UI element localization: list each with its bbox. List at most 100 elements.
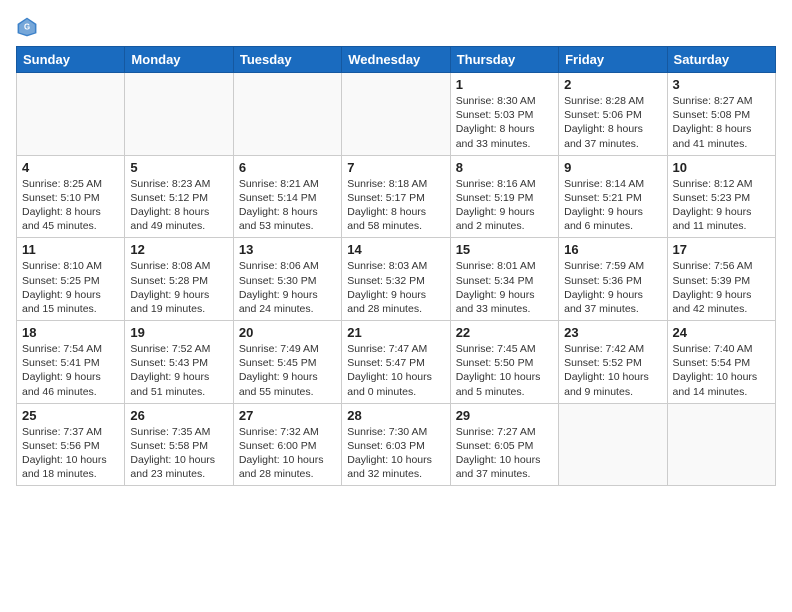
day-number: 8 [456, 160, 553, 175]
day-info: Sunrise: 8:08 AM Sunset: 5:28 PM Dayligh… [130, 259, 227, 316]
calendar-day-cell: 29Sunrise: 7:27 AM Sunset: 6:05 PM Dayli… [450, 403, 558, 486]
day-number: 29 [456, 408, 553, 423]
day-info: Sunrise: 7:52 AM Sunset: 5:43 PM Dayligh… [130, 342, 227, 399]
day-number: 4 [22, 160, 119, 175]
calendar-day-cell [233, 73, 341, 156]
day-info: Sunrise: 7:42 AM Sunset: 5:52 PM Dayligh… [564, 342, 661, 399]
calendar-day-cell: 15 Sunrise: 8:01 AM Sunset: 5:34 PM Dayli… [450, 238, 558, 321]
day-info: Sunrise: 8:03 AM Sunset: 5:32 PM Dayligh… [347, 259, 444, 316]
day-number: 11 [22, 242, 119, 257]
logo-icon: G [16, 16, 38, 38]
calendar-week-row: 11 Sunrise: 8:10 AM Sunset: 5:25 PM Dayli… [17, 238, 776, 321]
svg-text:G: G [24, 22, 30, 31]
calendar-week-row: 1 Sunrise: 8:30 AM Sunset: 5:03 PM Daylig… [17, 73, 776, 156]
day-info: Sunrise: 8:10 AM Sunset: 5:25 PM Dayligh… [22, 259, 119, 316]
day-info: Sunrise: 7:45 AM Sunset: 5:50 PM Dayligh… [456, 342, 553, 399]
day-number: 12 [130, 242, 227, 257]
day-number: 1 [456, 77, 553, 92]
day-info: Sunrise: 8:23 AM Sunset: 5:12 PM Dayligh… [130, 177, 227, 234]
calendar-day-cell: 10Sunrise: 8:12 AM Sunset: 5:23 PM Dayli… [667, 155, 775, 238]
day-info: Sunrise: 8:18 AM Sunset: 5:17 PM Dayligh… [347, 177, 444, 234]
calendar-day-cell: 25 Sunrise: 7:37 AM Sunset: 5:56 PM Dayli… [17, 403, 125, 486]
logo: G [16, 16, 42, 38]
day-info: Sunrise: 8:25 AM Sunset: 5:10 PM Dayligh… [22, 177, 119, 234]
calendar-day-cell: 14 Sunrise: 8:03 AM Sunset: 5:32 PM Dayli… [342, 238, 450, 321]
calendar-day-cell: 2 Sunrise: 8:28 AM Sunset: 5:06 PM Daylig… [559, 73, 667, 156]
day-info: Sunrise: 8:01 AM Sunset: 5:34 PM Dayligh… [456, 259, 553, 316]
day-info: Sunrise: 7:47 AM Sunset: 5:47 PM Dayligh… [347, 342, 444, 399]
day-number: 19 [130, 325, 227, 340]
calendar-day-cell [342, 73, 450, 156]
calendar-week-row: 4 Sunrise: 8:25 AM Sunset: 5:10 PM Daylig… [17, 155, 776, 238]
calendar-day-cell: 28 Sunrise: 7:30 AM Sunset: 6:03 PM Dayli… [342, 403, 450, 486]
day-number: 26 [130, 408, 227, 423]
day-number: 27 [239, 408, 336, 423]
calendar-day-cell [559, 403, 667, 486]
day-info: Sunrise: 7:49 AM Sunset: 5:45 PM Dayligh… [239, 342, 336, 399]
day-number: 7 [347, 160, 444, 175]
calendar-day-cell: 16Sunrise: 7:59 AM Sunset: 5:36 PM Dayli… [559, 238, 667, 321]
day-info: Sunrise: 7:32 AM Sunset: 6:00 PM Dayligh… [239, 425, 336, 482]
page-header: G [16, 16, 776, 38]
day-of-week-header: Thursday [450, 47, 558, 73]
day-number: 6 [239, 160, 336, 175]
calendar-day-cell [667, 403, 775, 486]
day-number: 3 [673, 77, 770, 92]
day-number: 25 [22, 408, 119, 423]
calendar-day-cell: 19 Sunrise: 7:52 AM Sunset: 5:43 PM Dayli… [125, 321, 233, 404]
day-info: Sunrise: 7:37 AM Sunset: 5:56 PM Dayligh… [22, 425, 119, 482]
day-info: Sunrise: 8:21 AM Sunset: 5:14 PM Dayligh… [239, 177, 336, 234]
calendar-day-cell: 20 Sunrise: 7:49 AM Sunset: 5:45 PM Dayli… [233, 321, 341, 404]
day-number: 18 [22, 325, 119, 340]
day-info: Sunrise: 8:14 AM Sunset: 5:21 PM Dayligh… [564, 177, 661, 234]
calendar-day-cell: 18 Sunrise: 7:54 AM Sunset: 5:41 PM Dayli… [17, 321, 125, 404]
day-number: 15 [456, 242, 553, 257]
day-of-week-header: Monday [125, 47, 233, 73]
calendar-day-cell: 8 Sunrise: 8:16 AM Sunset: 5:19 PM Daylig… [450, 155, 558, 238]
day-number: 22 [456, 325, 553, 340]
calendar-day-cell [17, 73, 125, 156]
calendar-day-cell: 22 Sunrise: 7:45 AM Sunset: 5:50 PM Dayli… [450, 321, 558, 404]
calendar-day-cell: 23 Sunrise: 7:42 AM Sunset: 5:52 PM Dayli… [559, 321, 667, 404]
calendar-header-row: SundayMondayTuesdayWednesdayThursdayFrid… [17, 47, 776, 73]
calendar-day-cell: 9 Sunrise: 8:14 AM Sunset: 5:21 PM Daylig… [559, 155, 667, 238]
day-info: Sunrise: 8:27 AM Sunset: 5:08 PM Dayligh… [673, 94, 770, 151]
calendar-day-cell: 1 Sunrise: 8:30 AM Sunset: 5:03 PM Daylig… [450, 73, 558, 156]
calendar-day-cell: 12 Sunrise: 8:08 AM Sunset: 5:28 PM Dayli… [125, 238, 233, 321]
day-number: 13 [239, 242, 336, 257]
day-info: Sunrise: 8:06 AM Sunset: 5:30 PM Dayligh… [239, 259, 336, 316]
calendar-day-cell: 13 Sunrise: 8:06 AM Sunset: 5:30 PM Dayli… [233, 238, 341, 321]
calendar-day-cell: 26 Sunrise: 7:35 AM Sunset: 5:58 PM Dayli… [125, 403, 233, 486]
day-info: Sunrise: 8:12 AM Sunset: 5:23 PM Dayligh… [673, 177, 770, 234]
calendar-day-cell: 17Sunrise: 7:56 AM Sunset: 5:39 PM Dayli… [667, 238, 775, 321]
day-number: 16 [564, 242, 661, 257]
day-info: Sunrise: 7:56 AM Sunset: 5:39 PM Dayligh… [673, 259, 770, 316]
day-info: Sunrise: 7:30 AM Sunset: 6:03 PM Dayligh… [347, 425, 444, 482]
calendar-week-row: 25 Sunrise: 7:37 AM Sunset: 5:56 PM Dayli… [17, 403, 776, 486]
calendar-day-cell [125, 73, 233, 156]
day-of-week-header: Friday [559, 47, 667, 73]
day-info: Sunrise: 7:54 AM Sunset: 5:41 PM Dayligh… [22, 342, 119, 399]
day-info: Sunrise: 7:35 AM Sunset: 5:58 PM Dayligh… [130, 425, 227, 482]
calendar-day-cell: 4 Sunrise: 8:25 AM Sunset: 5:10 PM Daylig… [17, 155, 125, 238]
calendar-table: SundayMondayTuesdayWednesdayThursdayFrid… [16, 46, 776, 486]
day-info: Sunrise: 8:16 AM Sunset: 5:19 PM Dayligh… [456, 177, 553, 234]
calendar-day-cell: 5 Sunrise: 8:23 AM Sunset: 5:12 PM Daylig… [125, 155, 233, 238]
day-number: 28 [347, 408, 444, 423]
day-of-week-header: Sunday [17, 47, 125, 73]
day-number: 23 [564, 325, 661, 340]
day-info: Sunrise: 8:28 AM Sunset: 5:06 PM Dayligh… [564, 94, 661, 151]
day-number: 21 [347, 325, 444, 340]
day-number: 24 [673, 325, 770, 340]
calendar-day-cell: 7 Sunrise: 8:18 AM Sunset: 5:17 PM Daylig… [342, 155, 450, 238]
day-number: 20 [239, 325, 336, 340]
calendar-week-row: 18 Sunrise: 7:54 AM Sunset: 5:41 PM Dayli… [17, 321, 776, 404]
day-info: Sunrise: 7:40 AM Sunset: 5:54 PM Dayligh… [673, 342, 770, 399]
day-number: 14 [347, 242, 444, 257]
calendar-day-cell: 27 Sunrise: 7:32 AM Sunset: 6:00 PM Dayli… [233, 403, 341, 486]
day-info: Sunrise: 8:30 AM Sunset: 5:03 PM Dayligh… [456, 94, 553, 151]
day-number: 5 [130, 160, 227, 175]
day-number: 9 [564, 160, 661, 175]
calendar-day-cell: 24 Sunrise: 7:40 AM Sunset: 5:54 PM Dayli… [667, 321, 775, 404]
day-number: 2 [564, 77, 661, 92]
